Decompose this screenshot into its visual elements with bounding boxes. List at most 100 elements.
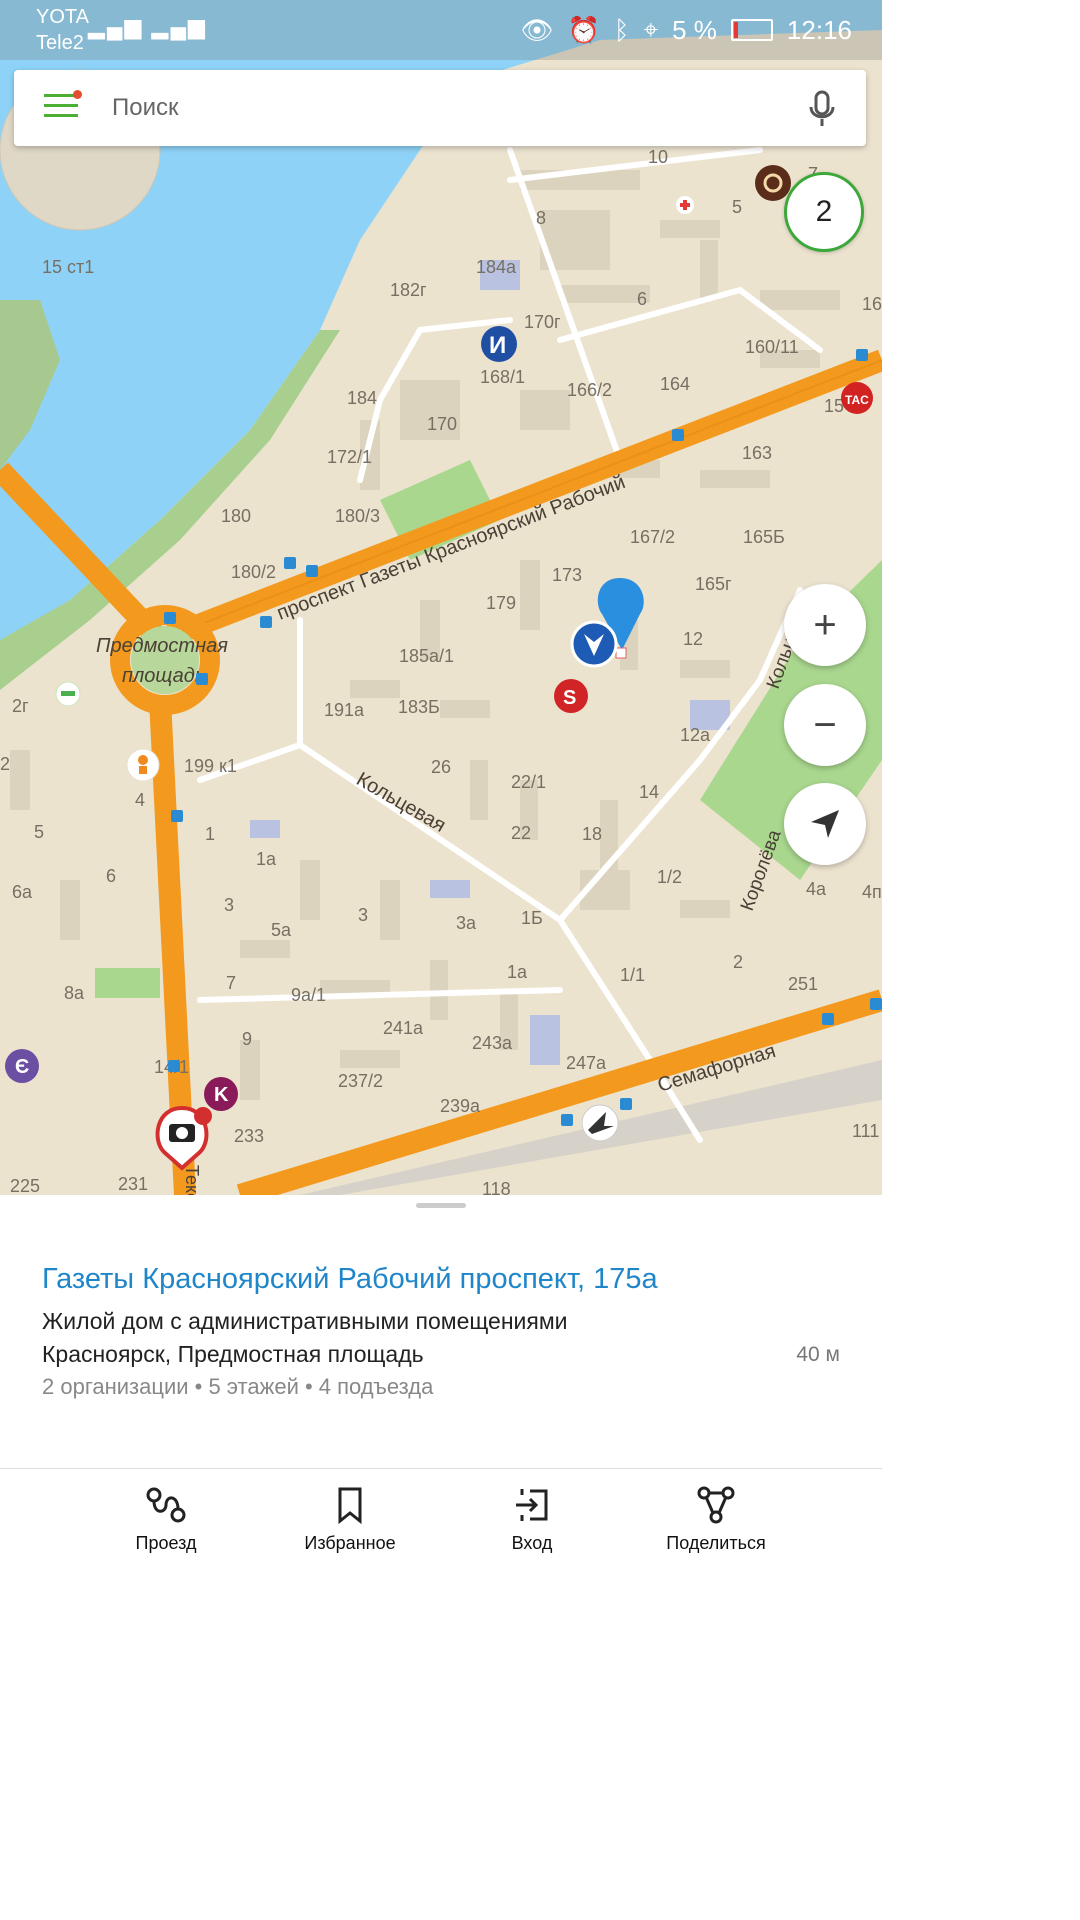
map-number: 184а: [476, 257, 517, 277]
share-label: Поделиться: [666, 1533, 766, 1553]
camera-icon[interactable]: [155, 1105, 212, 1171]
map-number: 231: [118, 1174, 148, 1194]
zoom-out-button[interactable]: −: [784, 684, 866, 766]
map-number: 237/2: [338, 1071, 383, 1091]
map-number: 173: [552, 565, 582, 585]
eye-icon: 👁: [520, 14, 554, 45]
map-number: 239а: [440, 1096, 481, 1116]
map-number: 182г: [390, 280, 427, 300]
microphone-icon[interactable]: [808, 90, 836, 128]
map-number: 7: [226, 973, 236, 993]
map-number: 22: [511, 823, 531, 843]
s-brand-icon[interactable]: S: [554, 679, 588, 713]
place-title[interactable]: Газеты Красноярский Рабочий проспект, 17…: [42, 1263, 658, 1296]
map-number: 10: [648, 147, 668, 167]
map-number: 5: [34, 822, 44, 842]
map-number: 170г: [524, 312, 561, 332]
sheet-drag-handle[interactable]: [416, 1203, 466, 1208]
street-label-koltsevaya: Кольцевая: [353, 768, 450, 837]
map-number: 225: [10, 1176, 40, 1195]
zoom-in-button[interactable]: +: [784, 584, 866, 666]
entrance-button[interactable]: Вход: [452, 1469, 612, 1569]
map-number: 8а: [64, 983, 85, 1003]
map-number: 15: [824, 396, 844, 416]
map-number: 164: [660, 374, 690, 394]
tas-icon[interactable]: TAC: [841, 382, 873, 414]
favorites-button[interactable]: Избранное: [270, 1469, 430, 1569]
location-icon: ⌖: [643, 14, 659, 44]
map-number: 4а: [806, 879, 827, 899]
navigator-marker[interactable]: [570, 620, 618, 668]
rail-station-icon[interactable]: [581, 1104, 619, 1142]
clock: 12:16: [786, 14, 852, 45]
bluetooth-icon: ᛒ: [613, 14, 630, 45]
square-label-1: Предмостная: [96, 635, 228, 657]
map-number: 1Б: [521, 908, 543, 928]
cluster-count-button[interactable]: 2: [784, 172, 864, 252]
map-number: 5: [732, 197, 742, 217]
signal-icon: ▂▄▆ ▂▄▆: [88, 14, 207, 39]
svg-text:K: K: [214, 1084, 229, 1106]
map-number: 1/1: [620, 965, 645, 985]
battery-icon: [730, 19, 773, 41]
map-number: 1а: [256, 849, 277, 869]
map-number: 185а/1: [399, 646, 454, 666]
map-number: 3а: [456, 913, 477, 933]
place-type: Жилой дом с административными помещениям…: [42, 1308, 568, 1334]
place-distance: 40 м: [796, 1343, 840, 1366]
map-number: 8: [536, 208, 546, 228]
map-number: 6а: [12, 882, 33, 902]
menu-icon[interactable]: [44, 90, 82, 122]
pharmacy-icon[interactable]: [676, 196, 694, 214]
route-label: Проезд: [135, 1533, 197, 1553]
map-number: 191а: [324, 700, 365, 720]
map-number: 6: [106, 866, 116, 886]
route-button[interactable]: Проезд: [86, 1469, 246, 1569]
battery-percent: 5 %: [672, 14, 717, 45]
map-number: 2: [0, 754, 10, 774]
person-icon[interactable]: [126, 748, 160, 782]
map-number: 172/1: [327, 447, 372, 467]
map-number: 2: [733, 952, 743, 972]
entrance-label: Вход: [511, 1533, 553, 1553]
map-number: 241а: [383, 1018, 424, 1038]
map-number: 243а: [472, 1033, 513, 1053]
map-view[interactable]: 10 8 5 7 184а 182г 170г 15 ст1 168/1 166…: [0, 0, 882, 1195]
map-number: 14: [639, 782, 659, 802]
map-number: 180/2: [231, 562, 276, 582]
map-canvas[interactable]: 10 8 5 7 184а 182г 170г 15 ст1 168/1 166…: [0, 0, 882, 1195]
map-number: 16: [862, 294, 882, 314]
search-input[interactable]: Поиск: [112, 94, 179, 122]
map-number: 18: [582, 824, 602, 844]
map-number: 160/11: [745, 337, 799, 357]
notification-dot: [73, 90, 82, 99]
k-brand-icon[interactable]: K: [204, 1077, 238, 1111]
street-label-vertical: Текс: [182, 1165, 202, 1195]
place-meta: 2 организации • 5 этажей • 4 подъезда: [42, 1374, 434, 1399]
search-bar[interactable]: Поиск: [14, 70, 866, 146]
map-number: 111: [852, 1121, 879, 1141]
hotel-icon[interactable]: [55, 681, 81, 707]
map-number: 199 к1: [184, 756, 237, 776]
map-number: 183Б: [398, 697, 440, 717]
map-number: 9а/1: [291, 985, 326, 1005]
my-location-button[interactable]: [784, 783, 866, 865]
coffee-icon[interactable]: [755, 165, 791, 201]
metro-marker[interactable]: И: [481, 326, 517, 362]
map-number: 165г: [695, 574, 732, 594]
svg-text:TAC: TAC: [845, 393, 869, 407]
map-number: 167/2: [630, 527, 675, 547]
map-number: 5а: [271, 920, 292, 940]
status-bar: YOTA Tele2 ▂▄▆ ▂▄▆ 👁 ⏰ ᛒ ⌖ 5 % 12:16: [0, 0, 882, 60]
map-number: 184: [347, 388, 377, 408]
map-number: 168/1: [480, 367, 525, 387]
e-brand-icon[interactable]: Є: [5, 1049, 39, 1083]
street-label-koroleva: Королёва: [737, 827, 786, 914]
map-number: 1а: [507, 962, 528, 982]
map-number: 180/3: [335, 506, 380, 526]
map-number: 118: [482, 1179, 511, 1195]
share-button[interactable]: Поделиться: [636, 1469, 796, 1569]
map-number: 251: [788, 974, 818, 994]
entrance-icon: [516, 1489, 548, 1521]
map-number: 6: [637, 289, 647, 309]
